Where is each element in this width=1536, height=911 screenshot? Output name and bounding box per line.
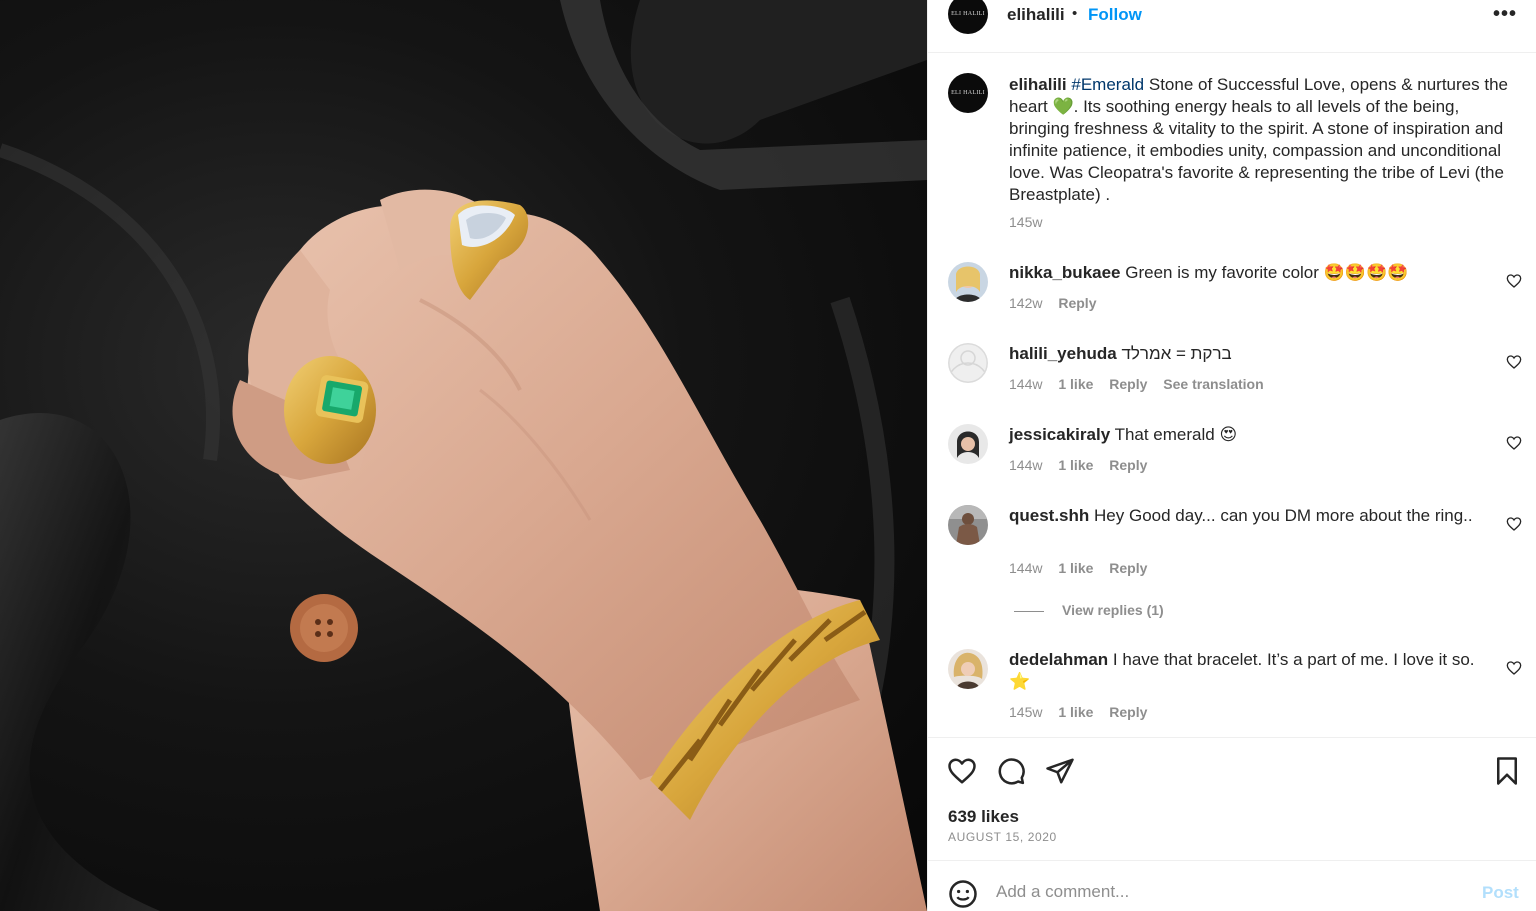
- comment-time[interactable]: 144w: [1009, 457, 1042, 473]
- heart-icon[interactable]: [1506, 273, 1522, 289]
- comment-reply-button[interactable]: Reply: [1109, 457, 1147, 473]
- commenter-avatar[interactable]: [948, 649, 988, 689]
- commenter-avatar[interactable]: [948, 343, 988, 383]
- comment-text: dedelahman I have that bracelet. It’s a …: [1009, 649, 1479, 693]
- caption-hashtag[interactable]: #Emerald: [1071, 75, 1144, 94]
- share-icon[interactable]: [1045, 756, 1075, 786]
- comment-body: Green is my favorite color 🤩🤩🤩🤩: [1120, 263, 1409, 282]
- comment-text: jessicakiraly That emerald 😍: [1009, 424, 1479, 446]
- comment-likes[interactable]: 1 like: [1058, 704, 1093, 720]
- view-replies-button[interactable]: View replies (1): [1014, 602, 1164, 618]
- commenter-username[interactable]: quest.shh: [1009, 506, 1089, 525]
- view-replies-line: [1014, 610, 1044, 612]
- comment-time[interactable]: 142w: [1009, 295, 1042, 311]
- comment-meta: 144w 1 like Reply: [1009, 560, 1159, 576]
- view-replies-label: View replies (1): [1062, 602, 1164, 618]
- more-icon[interactable]: •••: [1493, 3, 1517, 26]
- comment-reply-button[interactable]: Reply: [1109, 704, 1147, 720]
- comment-reply-button[interactable]: Reply: [1109, 560, 1147, 576]
- heart-icon[interactable]: [1506, 516, 1522, 532]
- author-username[interactable]: elihalili: [1007, 5, 1065, 25]
- post-side-panel: ELI HALILI elihalili • Follow ••• ELI HA…: [927, 0, 1536, 911]
- commenter-username[interactable]: nikka_bukaee: [1009, 263, 1121, 282]
- heart-icon[interactable]: [947, 756, 977, 786]
- post-button[interactable]: Post: [1482, 883, 1519, 903]
- author-avatar[interactable]: ELI HALILI: [948, 0, 988, 34]
- comment-likes[interactable]: 1 like: [1058, 457, 1093, 473]
- commenter-avatar[interactable]: [948, 505, 988, 545]
- comment-body: That emerald 😍: [1110, 425, 1238, 444]
- comment-reply-button[interactable]: Reply: [1058, 295, 1096, 311]
- comment-text: halili_yehuda ברקת = אמרלד: [1009, 343, 1479, 365]
- post-photo-image: [0, 0, 927, 911]
- see-translation-button[interactable]: See translation: [1163, 376, 1263, 392]
- heart-icon[interactable]: [1506, 354, 1522, 370]
- add-comment-bar: Post: [928, 860, 1536, 911]
- comment-meta: 144w 1 like Reply See translation: [1009, 376, 1276, 392]
- commenter-username[interactable]: jessicakiraly: [1009, 425, 1110, 444]
- comment-text: nikka_bukaee Green is my favorite color …: [1009, 262, 1479, 284]
- commenter-avatar[interactable]: [948, 424, 988, 464]
- comment-reply-button[interactable]: Reply: [1109, 376, 1147, 392]
- comment-likes[interactable]: 1 like: [1058, 376, 1093, 392]
- caption-avatar[interactable]: ELI HALILI: [948, 73, 988, 113]
- comment-time[interactable]: 145w: [1009, 704, 1042, 720]
- bookmark-icon[interactable]: [1492, 756, 1522, 786]
- commenter-username[interactable]: halili_yehuda: [1009, 344, 1117, 363]
- post-date[interactable]: AUGUST 15, 2020: [948, 830, 1057, 844]
- comment-likes[interactable]: 1 like: [1058, 560, 1093, 576]
- comment-icon[interactable]: [996, 756, 1026, 786]
- commenter-username[interactable]: dedelahman: [1009, 650, 1108, 669]
- commenter-avatar[interactable]: [948, 262, 988, 302]
- comment-body: Hey Good day... can you DM more about th…: [1089, 506, 1473, 525]
- comment-input[interactable]: [996, 877, 1456, 907]
- post-header: ELI HALILI elihalili • Follow •••: [928, 0, 1536, 53]
- comment-meta: 144w 1 like Reply: [1009, 457, 1159, 473]
- follow-button[interactable]: Follow: [1088, 5, 1142, 25]
- comment-time[interactable]: 144w: [1009, 376, 1042, 392]
- likes-count[interactable]: 639 likes: [948, 807, 1019, 827]
- emoji-icon[interactable]: [948, 879, 978, 909]
- heart-icon[interactable]: [1506, 660, 1522, 676]
- caption-time[interactable]: 145w: [1009, 214, 1042, 230]
- heart-icon[interactable]: [1506, 435, 1522, 451]
- comment-body: ברקת = אמרלד: [1116, 344, 1232, 363]
- post-actions: 639 likes AUGUST 15, 2020: [928, 737, 1536, 860]
- post-photo[interactable]: [0, 0, 927, 911]
- post-caption: elihalili #Emerald Stone of Successful L…: [1009, 74, 1509, 206]
- caption-username[interactable]: elihalili: [1009, 75, 1067, 94]
- caption-text: Stone of Successful Love, opens & nurtur…: [1009, 75, 1508, 204]
- comment-meta: 145w 1 like Reply: [1009, 704, 1159, 720]
- comment-meta: 142w Reply: [1009, 295, 1108, 311]
- header-separator: •: [1072, 5, 1078, 22]
- comment-time[interactable]: 144w: [1009, 560, 1042, 576]
- comment-text: quest.shh Hey Good day... can you DM mor…: [1009, 505, 1479, 527]
